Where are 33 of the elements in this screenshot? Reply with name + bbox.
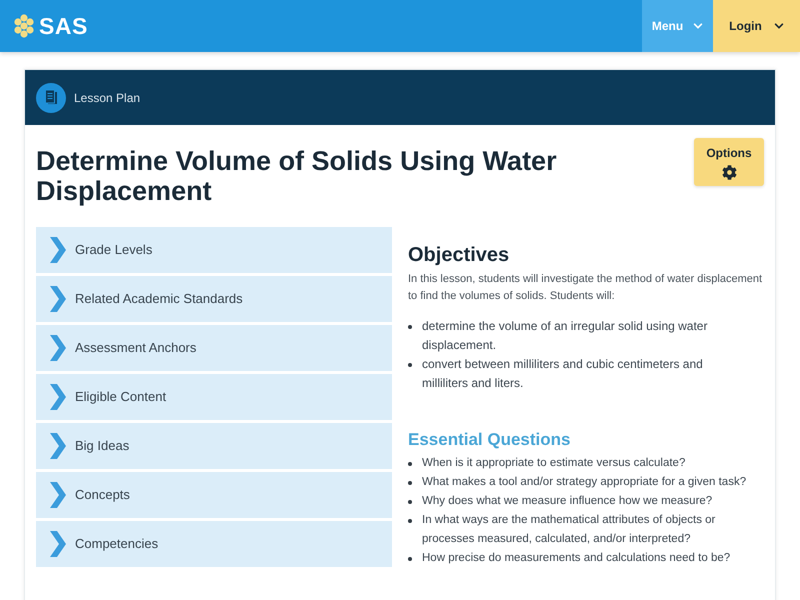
lesson-title: Determine Volume of Solids Using Water Displacement [36, 146, 558, 206]
accordion-item[interactable]: Big Ideas [36, 423, 392, 469]
objectives-heading: Objectives [408, 243, 510, 268]
essential-questions-heading: Essential Questions [408, 429, 572, 451]
list-item-text: convert between milliliters and cubic centimeters and milliliters and liters. [422, 356, 704, 392]
bullet-icon [408, 557, 412, 561]
chevron-down-icon [693, 21, 704, 31]
list-item-text: In what ways are the mathematical attributes of objects or processes measured, calculated, and/or interpreted? [422, 513, 716, 547]
bullet-icon [408, 481, 412, 485]
accordion-item[interactable]: Related Academic Standards [36, 276, 392, 322]
document-icon [36, 82, 66, 112]
bullet-icon [408, 325, 412, 329]
list-item-text: Why does what we measure influence how we measure? [422, 494, 712, 509]
objectives-intro: In this lesson, students will investigate the method of water displacement to find the volumes of solids. Students will: [408, 272, 764, 304]
list-item-text: When is it appropriate to estimate versus calculate? [422, 456, 686, 471]
login-button[interactable]: Login [713, 0, 800, 52]
dot-cluster-logo-icon [12, 14, 36, 38]
bullet-icon [408, 500, 412, 504]
list-item-text: determine the volume of an irregular solid using water displacement. [422, 318, 708, 354]
bullet-icon [408, 363, 412, 367]
accordion-item[interactable]: Assessment Anchors [36, 325, 392, 371]
accordion-item[interactable]: Eligible Content [36, 374, 392, 420]
chevron-down-icon [774, 21, 784, 31]
accordion-item[interactable]: Competencies [36, 521, 392, 567]
options-button[interactable]: Options [694, 138, 764, 186]
list-item-text: What makes a tool and/or strategy appropriate for a given task? [422, 475, 746, 490]
settings-icon [722, 165, 736, 180]
bullet-icon [408, 519, 412, 523]
accordion-item[interactable]: Grade Levels [36, 227, 392, 273]
accordion-item[interactable]: Concepts [36, 472, 392, 518]
card-type-label: Lesson Plan [74, 90, 140, 106]
list-item-text: How precise do measurements and calculations need to be? [422, 551, 730, 566]
bullet-icon [408, 462, 412, 466]
